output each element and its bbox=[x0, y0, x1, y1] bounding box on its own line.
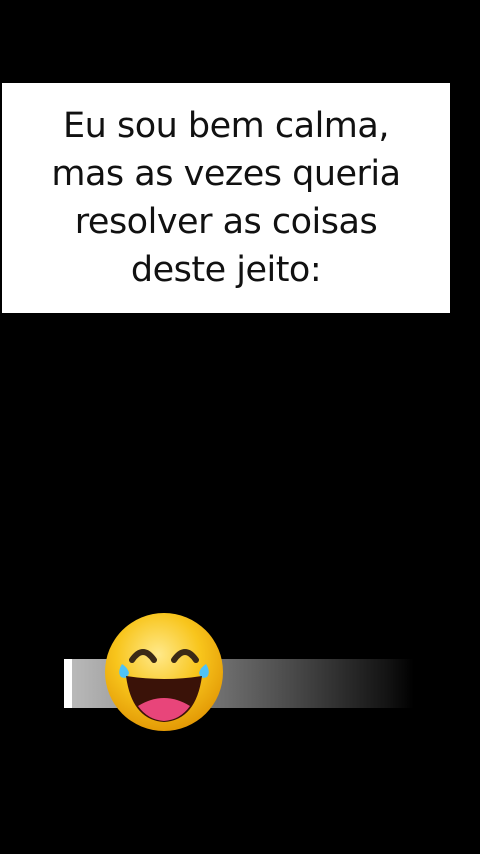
progress-bar-edge bbox=[64, 659, 72, 708]
caption-line-4: deste jeito: bbox=[130, 250, 322, 290]
caption-card: Eu sou bem calma, mas as vezes queria re… bbox=[2, 83, 450, 313]
caption-line-3: resolver as coisas bbox=[74, 202, 378, 242]
laughing-with-tears-emoji-icon bbox=[102, 610, 226, 734]
caption-line-2: mas as vezes queria bbox=[51, 154, 401, 194]
caption-line-1: Eu sou bem calma, bbox=[63, 106, 389, 146]
